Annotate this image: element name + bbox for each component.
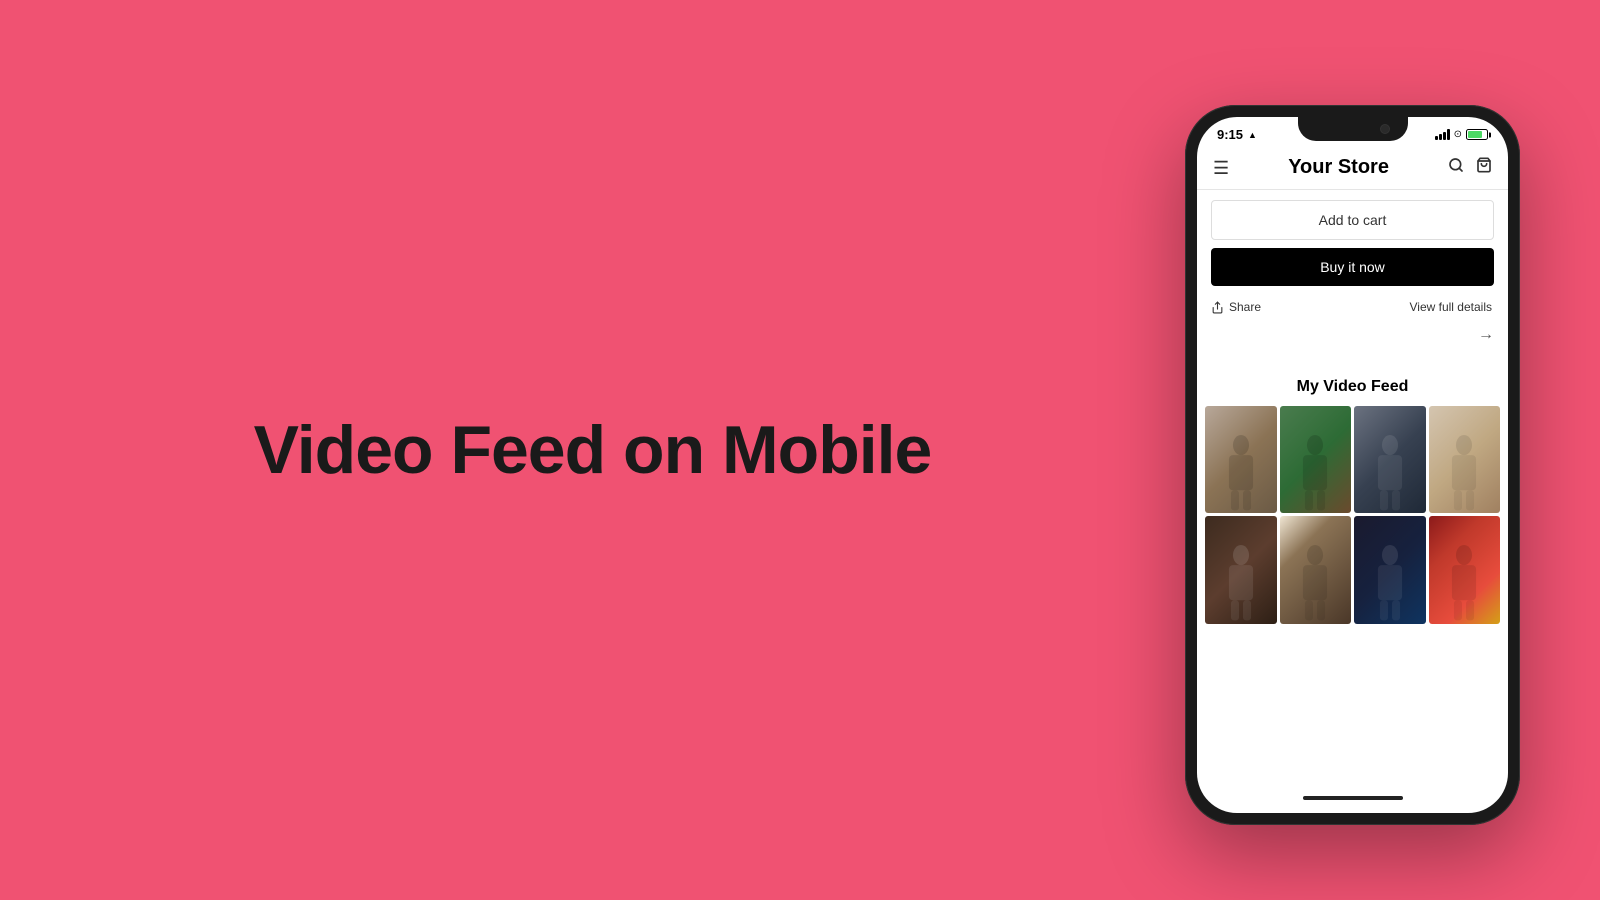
store-header: ☰ Your Store bbox=[1197, 148, 1508, 190]
video-thumbnail-7[interactable] bbox=[1354, 516, 1426, 623]
video-thumbnail-2[interactable] bbox=[1280, 406, 1352, 513]
phone-frame: 9:15 ▲ ⊙ bbox=[1185, 105, 1520, 825]
phone-screen: 9:15 ▲ ⊙ bbox=[1197, 117, 1508, 813]
signal-bars-icon bbox=[1435, 129, 1450, 140]
video-feed-section: My Video Feed bbox=[1197, 370, 1508, 789]
location-arrow-icon: ▲ bbox=[1248, 130, 1257, 140]
video-feed-title: My Video Feed bbox=[1197, 370, 1508, 406]
video-grid bbox=[1197, 406, 1508, 624]
video-thumbnail-1[interactable] bbox=[1205, 406, 1277, 513]
action-buttons: Add to cart Buy it now bbox=[1197, 190, 1508, 294]
video-thumbnail-5[interactable] bbox=[1205, 516, 1277, 623]
wifi-icon: ⊙ bbox=[1454, 129, 1462, 140]
view-full-details-link[interactable]: View full details bbox=[1410, 300, 1493, 314]
video-thumbnail-4[interactable] bbox=[1429, 406, 1501, 513]
video-thumbnail-6[interactable] bbox=[1280, 516, 1352, 623]
next-arrow-icon[interactable]: → bbox=[1478, 326, 1494, 344]
phone-section: 9:15 ▲ ⊙ bbox=[1185, 75, 1600, 825]
video-thumbnail-3[interactable] bbox=[1354, 406, 1426, 513]
home-bar bbox=[1303, 796, 1403, 800]
arrow-section: → bbox=[1197, 320, 1508, 350]
product-actions: Share View full details bbox=[1197, 294, 1508, 320]
status-icons: ⊙ bbox=[1435, 129, 1488, 140]
video-thumbnail-8[interactable] bbox=[1429, 516, 1501, 623]
app-content: ☰ Your Store bbox=[1197, 148, 1508, 813]
share-label: Share bbox=[1229, 300, 1261, 314]
share-button[interactable]: Share bbox=[1211, 300, 1261, 314]
status-time: 9:15 ▲ bbox=[1217, 127, 1257, 142]
menu-icon[interactable]: ☰ bbox=[1213, 159, 1229, 177]
battery-icon bbox=[1466, 129, 1488, 140]
left-section: Video Feed on Mobile bbox=[0, 353, 1185, 548]
phone-notch bbox=[1298, 117, 1408, 141]
main-heading: Video Feed on Mobile bbox=[254, 413, 932, 488]
search-icon[interactable] bbox=[1448, 157, 1464, 178]
home-indicator bbox=[1197, 789, 1508, 813]
store-name: Your Store bbox=[1288, 156, 1389, 179]
front-camera bbox=[1380, 124, 1390, 134]
header-right-icons bbox=[1448, 157, 1492, 178]
spacer bbox=[1197, 350, 1508, 370]
cart-icon[interactable] bbox=[1476, 157, 1492, 178]
add-to-cart-button[interactable]: Add to cart bbox=[1211, 200, 1494, 240]
buy-it-now-button[interactable]: Buy it now bbox=[1211, 248, 1494, 286]
